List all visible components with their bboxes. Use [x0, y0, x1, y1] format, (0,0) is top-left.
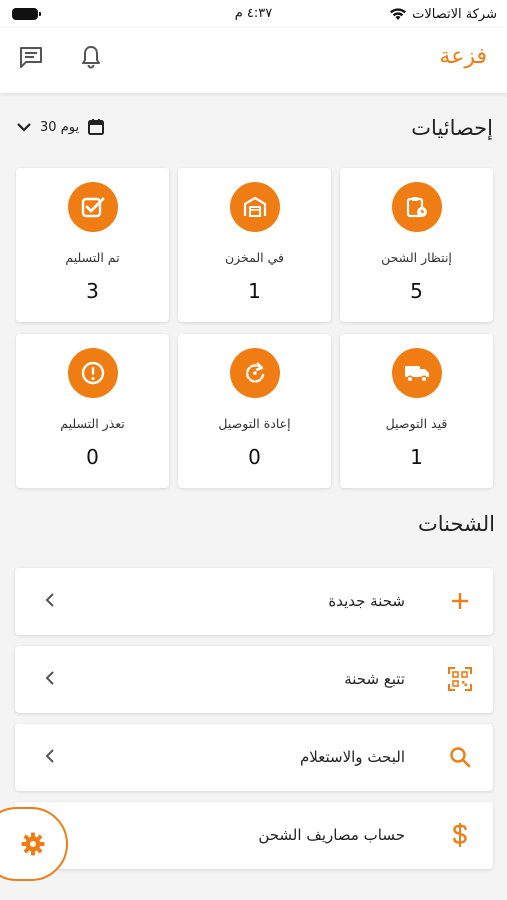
redo-icon	[229, 348, 280, 398]
calendar-icon	[88, 119, 105, 135]
stat-label: تعذر التسليم	[60, 416, 125, 431]
brand-logo-text: فزعة	[439, 44, 487, 69]
app-bar-actions	[16, 42, 106, 72]
clipboard-clock-icon	[391, 182, 442, 232]
search-inquiry-button[interactable]: البحث والاستعلام	[15, 724, 493, 791]
stat-value: 1	[410, 445, 423, 469]
stat-card-delivered[interactable]: تم التسليم 3	[16, 168, 169, 322]
search-icon	[447, 744, 473, 770]
shipments-title: الشحنات	[417, 512, 495, 536]
stat-value: 0	[86, 445, 99, 469]
menu-item-label: حساب مصاريف الشحن	[258, 826, 405, 844]
stat-label: إعادة التوصيل	[218, 416, 291, 431]
stat-value: 5	[410, 279, 423, 303]
chevron-left-icon	[45, 749, 54, 763]
truck-icon	[391, 348, 442, 398]
stats-grid: إنتظار الشحن 5 في المخزن 1 تم التسليم 3	[15, 168, 493, 488]
track-shipment-button[interactable]: تتبع شحنة	[15, 646, 493, 713]
stat-card-out-for-delivery[interactable]: قيد التوصيل 1	[340, 334, 493, 488]
stat-card-delivery-failed[interactable]: تعذر التسليم 0	[16, 334, 169, 488]
date-range-selector[interactable]: 30 يوم	[16, 118, 105, 136]
menu-item-label: البحث والاستعلام	[300, 748, 405, 766]
gear-icon	[21, 832, 45, 856]
status-time: ٤:٣٧ م	[234, 6, 273, 21]
stat-label: تم التسليم	[65, 250, 120, 265]
chat-icon[interactable]	[16, 42, 46, 72]
stat-card-awaiting-shipping[interactable]: إنتظار الشحن 5	[340, 168, 493, 322]
date-range-label: 30 يوم	[40, 119, 80, 135]
stat-value: 0	[248, 445, 261, 469]
new-shipment-button[interactable]: شحنة جديدة	[15, 568, 493, 635]
stat-label: إنتظار الشحن	[381, 250, 452, 265]
chevron-left-icon	[45, 671, 54, 685]
stat-label: في المخزن	[224, 250, 285, 265]
menu-item-label: تتبع شحنة	[344, 670, 405, 688]
menu-item-label: شحنة جديدة	[328, 592, 405, 610]
bell-icon[interactable]	[76, 42, 106, 72]
shipments-menu: شحنة جديدة تتبع شحنة البحث والاستعلام حس…	[15, 568, 493, 880]
shipping-cost-button[interactable]: حساب مصاريف الشحن	[15, 802, 493, 869]
stats-header: إحصائيات 30 يوم	[0, 110, 507, 150]
app-bar: فزعة	[0, 28, 507, 94]
checkbox-icon	[67, 182, 118, 232]
plus-icon	[447, 588, 473, 614]
stats-title: إحصائيات	[411, 116, 493, 140]
stat-value: 1	[248, 279, 261, 303]
stat-label: قيد التوصيل	[385, 416, 448, 431]
stat-card-in-warehouse[interactable]: في المخزن 1	[178, 168, 331, 322]
warehouse-icon	[229, 182, 280, 232]
alert-icon	[67, 348, 118, 398]
dollar-icon	[447, 822, 473, 848]
chevron-left-icon	[45, 593, 54, 607]
stat-card-redelivery[interactable]: إعادة التوصيل 0	[178, 334, 331, 488]
status-bar: ٤:٣٧ م شركة الاتصالات	[0, 0, 507, 28]
chevron-down-icon	[17, 123, 31, 132]
stat-value: 3	[86, 279, 99, 303]
qr-scan-icon	[447, 666, 473, 692]
